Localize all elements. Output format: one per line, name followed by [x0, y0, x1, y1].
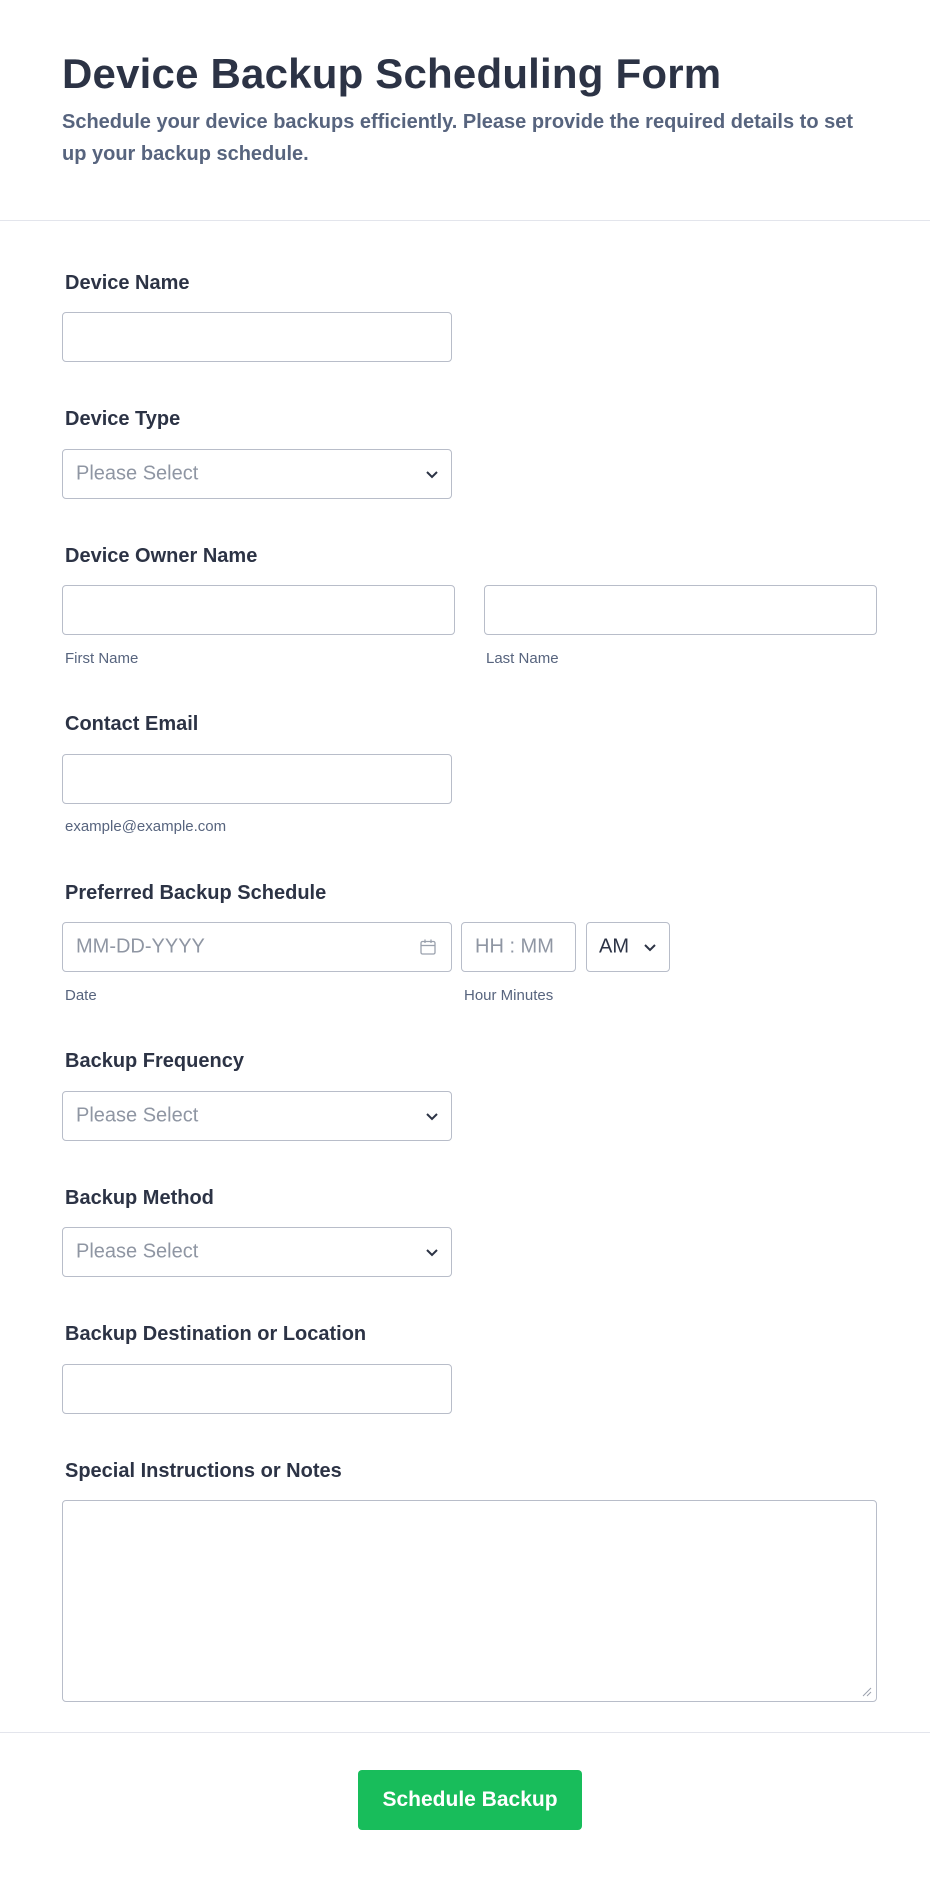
- device-name-label: Device Name: [65, 272, 190, 294]
- schedule-backup-button[interactable]: Schedule Backup: [358, 1770, 582, 1830]
- notes-label: Special Instructions or Notes: [65, 1460, 342, 1482]
- ampm-value: AM: [599, 935, 629, 958]
- time-sublabel: Hour Minutes: [464, 987, 554, 1004]
- chevron-down-icon: [426, 471, 438, 479]
- frequency-select[interactable]: Please Select: [62, 1091, 452, 1141]
- last-name-input[interactable]: [484, 585, 877, 635]
- time-placeholder: HH : MM: [475, 935, 554, 958]
- last-name-sublabel: Last Name: [486, 650, 559, 667]
- notes-textarea[interactable]: [62, 1500, 877, 1702]
- form-description: Schedule your device backups efficiently…: [62, 111, 854, 165]
- time-input[interactable]: HH : MM: [461, 922, 576, 972]
- frequency-label: Backup Frequency: [65, 1050, 244, 1072]
- footer-divider: [0, 1732, 930, 1733]
- method-label: Backup Method: [65, 1187, 214, 1209]
- contact-email-input[interactable]: [62, 754, 452, 804]
- method-select[interactable]: Please Select: [62, 1227, 452, 1277]
- chevron-down-icon: [644, 944, 656, 952]
- destination-label: Backup Destination or Location: [65, 1323, 367, 1345]
- schedule-label: Preferred Backup Schedule: [65, 882, 327, 904]
- date-input[interactable]: MM-DD-YYYY: [62, 922, 452, 972]
- device-type-select[interactable]: Please Select: [62, 449, 452, 499]
- ampm-select[interactable]: AM: [586, 922, 670, 972]
- method-placeholder: Please Select: [76, 1240, 199, 1263]
- first-name-sublabel: First Name: [65, 650, 139, 667]
- chevron-down-icon: [426, 1249, 438, 1257]
- contact-email-sublabel: example@example.com: [65, 818, 227, 835]
- first-name-input[interactable]: [62, 585, 455, 635]
- calendar-icon[interactable]: [419, 938, 437, 956]
- chevron-down-icon: [426, 1113, 438, 1121]
- date-placeholder: MM-DD-YYYY: [76, 935, 205, 958]
- resize-handle-icon[interactable]: [862, 1687, 872, 1697]
- device-type-placeholder: Please Select: [76, 462, 199, 485]
- contact-email-label: Contact Email: [65, 713, 199, 735]
- form-header: Device Backup Scheduling Form Schedule y…: [0, 0, 930, 221]
- date-sublabel: Date: [65, 987, 97, 1004]
- owner-name-label: Device Owner Name: [65, 545, 258, 567]
- device-name-input[interactable]: [62, 312, 452, 362]
- frequency-placeholder: Please Select: [76, 1104, 199, 1127]
- device-type-label: Device Type: [65, 408, 181, 430]
- destination-input[interactable]: [62, 1364, 452, 1414]
- form-title: Device Backup Scheduling Form: [62, 50, 722, 97]
